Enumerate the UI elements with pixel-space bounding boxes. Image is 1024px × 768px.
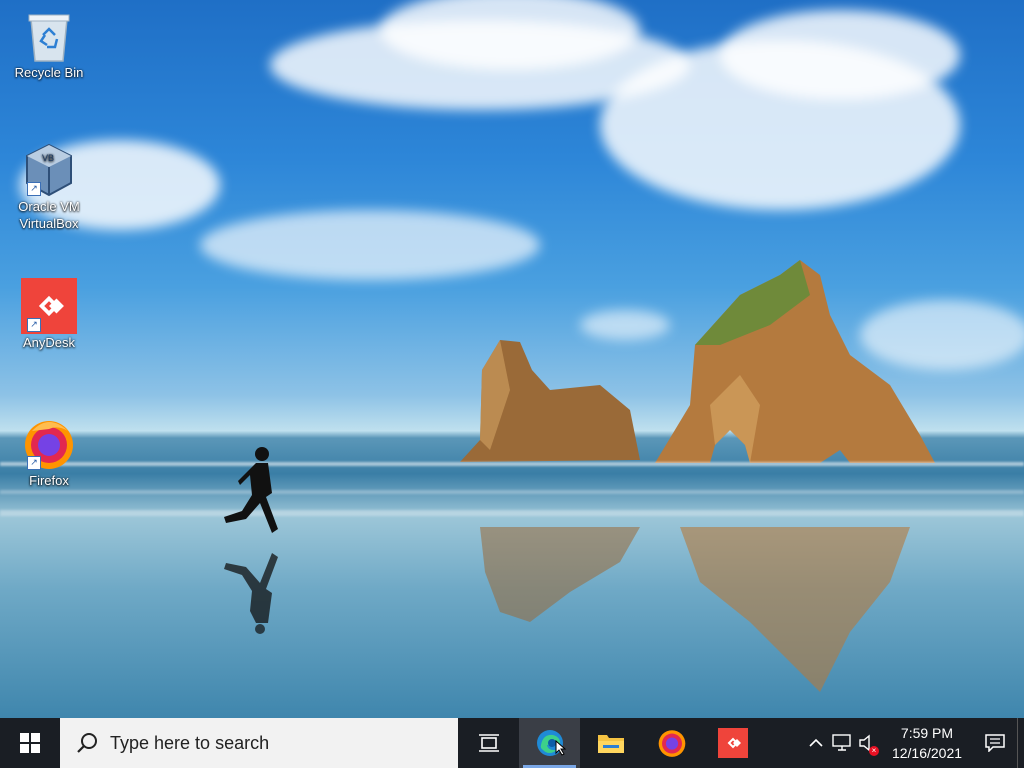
anydesk-taskbar-button[interactable] (702, 718, 763, 768)
windows-logo-icon (20, 733, 40, 753)
network-icon[interactable] (829, 718, 855, 768)
action-center-button[interactable] (973, 718, 1017, 768)
show-hidden-icons-chevron-icon[interactable] (803, 718, 829, 768)
firefox-icon (658, 730, 685, 757)
firefox-icon: ↗ (21, 416, 77, 472)
shortcut-arrow-icon: ↗ (27, 456, 41, 470)
mouse-cursor-icon (555, 740, 567, 756)
shortcut-arrow-icon: ↗ (27, 318, 41, 332)
rock-reflection (680, 527, 910, 692)
start-button[interactable] (0, 718, 60, 768)
desktop-icon-recycle-bin[interactable]: Recycle Bin (6, 8, 92, 81)
task-view-icon (478, 734, 499, 752)
system-tray: × 7:59 PM 12/16/2021 (803, 718, 1024, 768)
desktop-icon-label: Firefox (29, 473, 69, 488)
shortcut-arrow-icon: ↗ (27, 182, 41, 196)
show-desktop-button[interactable] (1017, 718, 1024, 768)
runner-silhouette (224, 447, 278, 634)
search-placeholder: Type here to search (110, 732, 270, 753)
sea-rock-arch (655, 260, 935, 463)
clock-date: 12/16/2021 (891, 745, 963, 761)
desktop-icon-label: Recycle Bin (14, 65, 84, 80)
cloud (720, 10, 960, 100)
folder-icon (597, 735, 624, 753)
mute-badge-icon: × (869, 746, 879, 756)
desktop-icon-virtualbox[interactable]: VB ↗ Oracle VM VirtualBox (6, 142, 92, 232)
wave (0, 462, 1024, 466)
cloud (200, 210, 540, 280)
desktop-icon-label: AnyDesk (22, 335, 76, 350)
notification-icon (985, 734, 1005, 752)
wave (0, 490, 1024, 494)
desktop-icon-label: Oracle VM VirtualBox (18, 199, 80, 231)
anydesk-icon: ↗ (21, 278, 77, 334)
search-icon (77, 733, 97, 753)
desktop-icon-anydesk[interactable]: ↗ AnyDesk (6, 278, 92, 351)
firefox-taskbar-button[interactable] (641, 718, 702, 768)
task-view-button[interactable] (458, 718, 519, 768)
taskbar: Type here to search × 7:59 PM 12/16/2021 (0, 718, 1024, 768)
rock-reflection (480, 527, 640, 622)
svg-text:VB: VB (42, 153, 54, 163)
edge-taskbar-button[interactable] (519, 718, 580, 768)
volume-muted-icon[interactable]: × (855, 718, 881, 768)
clock-time: 7:59 PM (900, 725, 954, 741)
anydesk-icon (717, 728, 748, 758)
search-box[interactable]: Type here to search (60, 718, 458, 768)
wave (0, 510, 1024, 516)
desktop-wallpaper: Recycle Bin VB ↗ Oracle VM VirtualBox ↗ … (0, 0, 1024, 718)
recycle-bin-icon (21, 8, 77, 64)
file-explorer-taskbar-button[interactable] (580, 718, 641, 768)
clock[interactable]: 7:59 PM 12/16/2021 (881, 723, 973, 763)
desktop-icon-firefox[interactable]: ↗ Firefox (6, 416, 92, 489)
sea-rock-small (460, 340, 640, 462)
virtualbox-icon: VB ↗ (21, 142, 77, 198)
